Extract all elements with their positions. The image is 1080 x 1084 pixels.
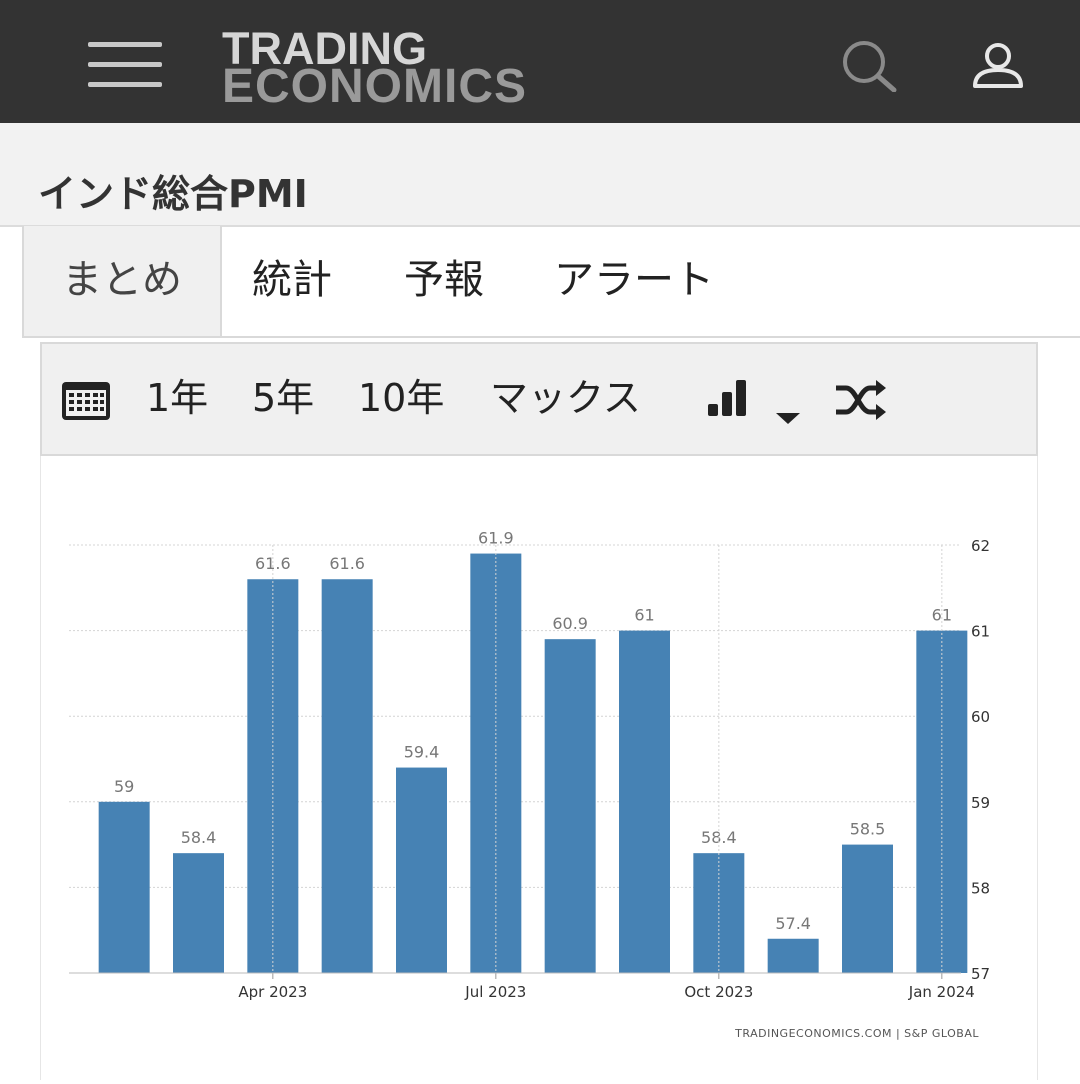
- bar-chart[interactable]: 5758596061625958.461.6 61.659.461.960.9 61…: [41, 456, 1037, 1080]
- tab-alerts[interactable]: アラート: [554, 226, 714, 336]
- bar: [619, 630, 670, 973]
- x-tick-label: Oct 2023: [684, 983, 753, 1001]
- y-tick-label: 59: [971, 794, 990, 812]
- x-tick-label: Jan 2024: [908, 983, 975, 1001]
- bar-value-label: 59: [114, 777, 134, 796]
- bar-value-label: 61.6: [329, 554, 365, 573]
- bar-value-label: 58.4: [181, 828, 217, 847]
- range-1y[interactable]: 1年: [146, 374, 208, 422]
- tab-forecast[interactable]: 予報: [404, 226, 484, 336]
- search-icon[interactable]: [840, 40, 900, 93]
- bar-value-label: 61.9: [478, 529, 514, 548]
- bar: [173, 853, 224, 973]
- bar-value-label: 58.5: [850, 820, 886, 839]
- bar-value-label: 59.4: [404, 743, 440, 762]
- bar-value-label: 57.4: [775, 914, 811, 933]
- bar-value-label: 61: [634, 606, 654, 625]
- user-icon[interactable]: [970, 42, 1026, 90]
- page-title: インド総合PMI: [38, 172, 308, 216]
- hamburger-menu-icon[interactable]: [88, 38, 164, 88]
- y-tick-label: 58: [971, 879, 990, 897]
- y-tick-label: 61: [971, 623, 990, 641]
- logo-line-2: ECONOMICS: [222, 60, 528, 113]
- bar: [544, 639, 596, 973]
- y-tick-label: 60: [971, 708, 990, 726]
- bar: [767, 938, 819, 973]
- bar: [842, 844, 893, 973]
- bar-value-label: 60.9: [552, 614, 588, 633]
- top-navigation-bar: TRADING ECONOMICS: [0, 0, 1080, 123]
- tab-bar: まとめ 統計 予報 アラート: [22, 226, 1080, 338]
- site-logo[interactable]: TRADING ECONOMICS: [222, 26, 527, 111]
- y-tick-label: 62: [971, 537, 990, 555]
- x-tick-label: Jul 2023: [464, 983, 526, 1001]
- range-10y[interactable]: 10年: [358, 374, 444, 422]
- range-max[interactable]: マックス: [490, 374, 641, 422]
- bar-chart-icon[interactable]: [706, 378, 752, 418]
- bar: [396, 767, 447, 973]
- chart-panel: 57 58 59 60 61 62 59 58.4 61.6 61.6 59.4 61.9 60.9 61…: [40, 456, 1038, 1080]
- chart-source: TRADINGECONOMICS.COM | S&P GLOBAL: [734, 1027, 979, 1040]
- tab-summary[interactable]: まとめ: [24, 226, 222, 336]
- chart-toolbar: 1年 5年 10年 マックス: [40, 342, 1038, 456]
- tab-statistics[interactable]: 統計: [252, 226, 332, 336]
- title-bar: インド総合PMI: [0, 123, 1080, 227]
- shuffle-icon[interactable]: [834, 380, 886, 420]
- calendar-icon[interactable]: [60, 378, 112, 422]
- caret-down-icon[interactable]: [774, 390, 802, 424]
- range-5y[interactable]: 5年: [252, 374, 314, 422]
- x-tick-label: Apr 2023: [238, 983, 307, 1001]
- y-tick-label: 57: [971, 965, 990, 983]
- bar: [98, 801, 150, 973]
- bar: [321, 579, 373, 973]
